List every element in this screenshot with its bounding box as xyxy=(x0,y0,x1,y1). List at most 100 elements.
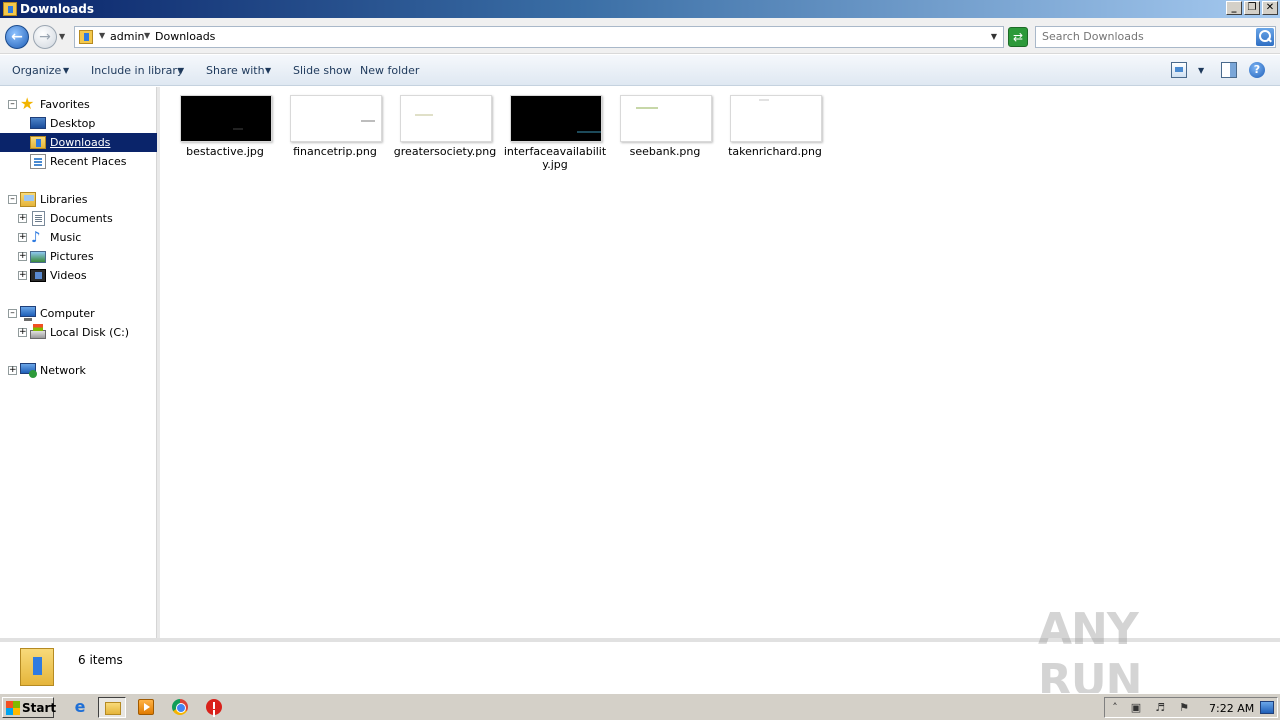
file-item[interactable]: takenrichard.png xyxy=(720,95,830,185)
change-view-icon[interactable] xyxy=(1171,62,1187,78)
downloads-folder-icon xyxy=(79,30,93,44)
collapse-icon[interactable]: – xyxy=(8,309,17,318)
address-row: ← → ▼ ▼ admin ▼ Downloads ▼ ⇄ xyxy=(0,18,1280,54)
nav-pictures[interactable]: + Pictures xyxy=(0,247,157,266)
address-bar[interactable]: ▼ admin ▼ Downloads ▼ xyxy=(74,26,1004,48)
watermark-logo: ANY RUN xyxy=(1038,604,1142,706)
nav-music[interactable]: + ♪ Music xyxy=(0,228,157,247)
file-item[interactable]: bestactive.jpg xyxy=(170,95,280,185)
nav-favorites[interactable]: – ★ Favorites xyxy=(0,95,157,114)
new-folder-button[interactable]: New folder xyxy=(360,64,419,77)
window-title: Downloads xyxy=(20,2,95,16)
downloads-folder-icon xyxy=(3,2,17,16)
nav-desktop[interactable]: Desktop xyxy=(0,114,157,133)
pictures-icon xyxy=(30,251,46,263)
file-item[interactable]: interfaceavailability.jpg xyxy=(500,95,610,185)
forward-button[interactable]: → xyxy=(33,25,57,49)
folder-icon xyxy=(105,702,121,715)
taskbar-stop-app[interactable] xyxy=(200,697,228,718)
nav-downloads[interactable]: Downloads xyxy=(0,133,157,152)
nav-label: Recent Places xyxy=(50,155,127,168)
preview-pane-icon[interactable] xyxy=(1221,62,1237,78)
nav-local-disk[interactable]: + Local Disk (C:) xyxy=(0,323,157,342)
nav-videos[interactable]: + Videos xyxy=(0,266,157,285)
minimize-button[interactable]: _ xyxy=(1226,1,1242,15)
thumbnail-detail xyxy=(577,131,601,133)
taskbar-chrome[interactable] xyxy=(166,697,194,718)
search-box[interactable] xyxy=(1035,26,1276,48)
refresh-icon[interactable]: ⇄ xyxy=(1008,27,1028,47)
share-with-button[interactable]: Share with xyxy=(206,64,265,77)
show-desktop-icon[interactable] xyxy=(1260,701,1274,714)
title-bar[interactable]: Downloads _ ❐ ✕ xyxy=(0,0,1280,18)
file-list[interactable]: bestactive.jpg financetrip.png greaterso… xyxy=(160,87,1280,638)
film-strip-icon xyxy=(30,269,46,282)
file-item[interactable]: financetrip.png xyxy=(280,95,390,185)
thumbnail-detail xyxy=(361,120,375,122)
nav-label: Desktop xyxy=(50,117,96,130)
view-options-chevron-icon[interactable]: ▼ xyxy=(1198,66,1204,75)
start-button[interactable]: Start xyxy=(2,697,56,718)
action-center-flag-icon[interactable]: ⚑ xyxy=(1177,701,1191,715)
thumbnail-detail xyxy=(415,114,433,116)
network-status-icon[interactable]: ▣ xyxy=(1129,701,1143,715)
expand-icon[interactable]: + xyxy=(18,252,27,261)
back-button[interactable]: ← xyxy=(5,25,29,49)
nav-computer[interactable]: – Computer xyxy=(0,304,157,323)
chevron-down-icon[interactable]: ▼ xyxy=(63,66,69,75)
address-dropdown-chevron-icon[interactable]: ▼ xyxy=(991,32,997,41)
collapse-icon[interactable]: – xyxy=(8,195,17,204)
chevron-down-icon[interactable]: ▼ xyxy=(178,66,184,75)
expand-icon[interactable]: + xyxy=(18,271,27,280)
include-in-library-button[interactable]: Include in library xyxy=(91,64,183,77)
clock[interactable]: 7:22 AM xyxy=(1209,702,1254,715)
chevron-down-icon[interactable]: ▼ xyxy=(265,66,271,75)
close-button[interactable]: ✕ xyxy=(1262,1,1278,15)
breadcrumb-admin[interactable]: admin xyxy=(110,30,144,43)
recent-pages-chevron-icon[interactable]: ▼ xyxy=(59,32,65,41)
expand-icon[interactable]: + xyxy=(8,366,17,375)
file-name: bestactive.jpg xyxy=(186,145,264,158)
desktop-icon xyxy=(30,117,46,129)
taskbar-windows-explorer[interactable] xyxy=(98,697,126,718)
nav-recent-places[interactable]: Recent Places xyxy=(0,152,157,171)
navigation-pane: – ★ Favorites Desktop Downloads Recent P… xyxy=(0,87,157,638)
organize-button[interactable]: Organize xyxy=(12,64,61,77)
search-icon[interactable] xyxy=(1256,28,1274,46)
nav-label: Downloads xyxy=(50,136,111,149)
slide-show-button[interactable]: Slide show xyxy=(293,64,352,77)
nav-label: Network xyxy=(40,364,86,377)
show-hidden-icons-chevron-icon[interactable]: ˄ xyxy=(1108,701,1122,715)
restore-button[interactable]: ❐ xyxy=(1244,1,1260,15)
collapse-icon[interactable]: – xyxy=(8,100,17,109)
image-thumbnail xyxy=(510,95,602,142)
breadcrumb-downloads[interactable]: Downloads xyxy=(155,30,215,43)
star-icon: ★ xyxy=(20,94,35,113)
nav-label: Favorites xyxy=(40,98,90,111)
taskbar-media-player[interactable] xyxy=(132,697,160,718)
internet-explorer-icon: e xyxy=(74,697,86,716)
expand-icon[interactable]: + xyxy=(18,214,27,223)
thumbnail-detail xyxy=(636,107,658,109)
taskbar: Start e ˄ ▣ ♬ ⚑ 7:22 AM xyxy=(0,693,1280,720)
help-icon[interactable]: ? xyxy=(1249,62,1265,78)
volume-icon[interactable]: ♬ xyxy=(1153,701,1167,715)
expand-icon[interactable]: + xyxy=(18,328,27,337)
nav-libraries[interactable]: – Libraries xyxy=(0,190,157,209)
search-input[interactable] xyxy=(1042,30,1242,43)
nav-label: Music xyxy=(50,231,82,244)
file-name: interfaceavailability.jpg xyxy=(503,145,607,171)
window-controls: _ ❐ ✕ xyxy=(1226,1,1278,15)
music-note-icon: ♪ xyxy=(31,228,41,246)
hard-disk-icon xyxy=(30,324,46,339)
file-item[interactable]: seebank.png xyxy=(610,95,720,185)
nav-documents[interactable]: + Documents xyxy=(0,209,157,228)
chevron-right-icon[interactable]: ▼ xyxy=(144,31,150,40)
nav-label: Videos xyxy=(50,269,87,282)
expand-icon[interactable]: + xyxy=(18,233,27,242)
chevron-right-icon[interactable]: ▼ xyxy=(99,31,105,40)
nav-network[interactable]: + Network xyxy=(0,361,157,380)
file-item[interactable]: greatersociety.png xyxy=(390,95,500,185)
taskbar-internet-explorer[interactable]: e xyxy=(66,697,94,718)
nav-label: Local Disk (C:) xyxy=(50,326,130,339)
